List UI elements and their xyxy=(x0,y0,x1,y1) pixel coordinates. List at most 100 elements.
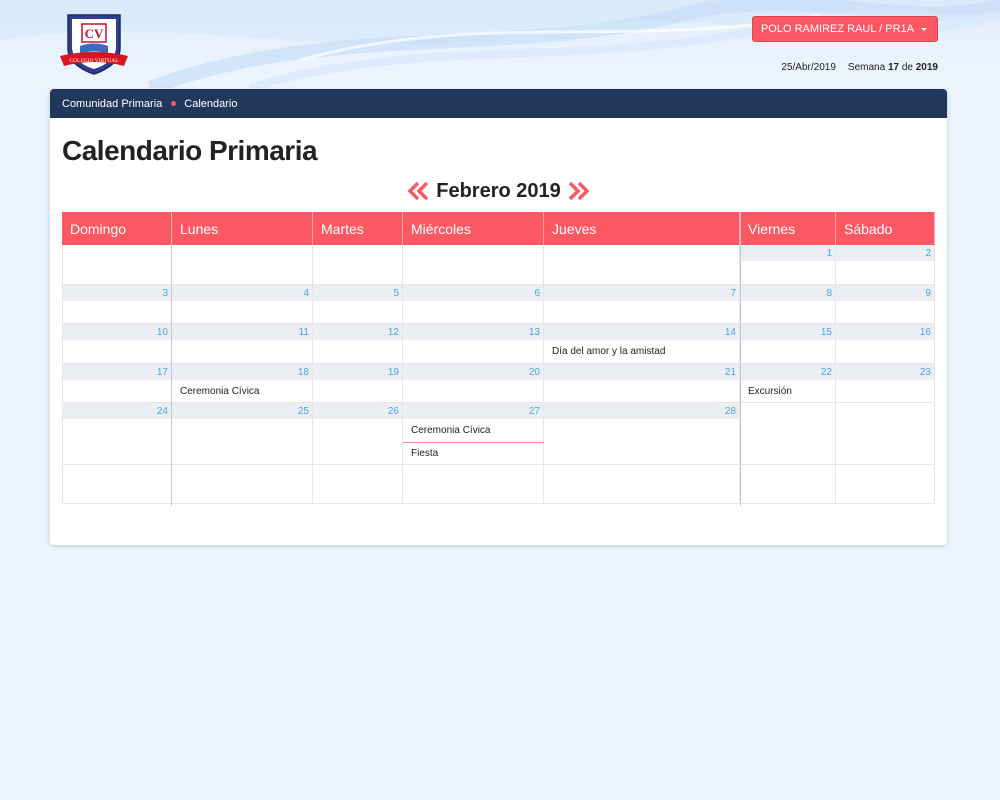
day-number: 10 xyxy=(63,324,171,340)
grid-divider xyxy=(740,212,741,506)
day-number xyxy=(544,465,739,481)
day-cell[interactable] xyxy=(836,403,935,464)
weekday-4: Jueves xyxy=(544,212,740,245)
weekday-0: Domingo xyxy=(62,212,172,245)
day-cell[interactable] xyxy=(740,403,836,464)
day-cell[interactable]: 5 xyxy=(313,285,403,323)
day-number: 14 xyxy=(544,324,739,340)
weekday-6: Sábado xyxy=(836,212,935,245)
day-number: 7 xyxy=(544,285,739,301)
day-number: 5 xyxy=(313,285,402,301)
day-cell[interactable] xyxy=(544,465,740,503)
weekday-1: Lunes xyxy=(172,212,313,245)
day-cell[interactable]: 11 xyxy=(172,324,313,363)
week-year: 2019 xyxy=(915,62,938,73)
day-cell[interactable]: 25 xyxy=(172,403,313,464)
day-cell[interactable]: 20 xyxy=(403,364,544,402)
weekday-2: Martes xyxy=(313,212,403,245)
day-cell[interactable] xyxy=(836,465,935,503)
svg-text:COLEGIO VIRTUAL: COLEGIO VIRTUAL xyxy=(69,58,119,64)
day-number: 15 xyxy=(740,324,835,340)
day-cell[interactable] xyxy=(172,465,313,503)
day-cell[interactable] xyxy=(403,465,544,503)
day-cell[interactable]: 24 xyxy=(62,403,172,464)
chevron-down-icon xyxy=(921,27,927,31)
day-cell[interactable]: 9 xyxy=(836,285,935,323)
day-cell[interactable] xyxy=(544,245,740,284)
day-number: 19 xyxy=(313,364,402,380)
day-number: 2 xyxy=(836,245,934,261)
date-week-info: 25/Abr/2019 Semana 17 de 2019 xyxy=(781,62,938,73)
day-cell[interactable]: 4 xyxy=(172,285,313,323)
week-row: 24 25 26 27 28 xyxy=(62,403,935,465)
day-cell[interactable]: 13 xyxy=(403,324,544,363)
day-cell[interactable]: 1 xyxy=(740,245,836,284)
day-number: 4 xyxy=(172,285,312,301)
day-number xyxy=(313,245,402,261)
day-number: 20 xyxy=(403,364,543,380)
day-number: 3 xyxy=(63,285,171,301)
day-number: 25 xyxy=(172,403,312,419)
day-number: 28 xyxy=(544,403,739,419)
double-chevron-right-icon[interactable] xyxy=(567,181,589,201)
day-cell[interactable]: 7 xyxy=(544,285,740,323)
day-number xyxy=(836,465,934,481)
day-cell[interactable]: 28 xyxy=(544,403,740,464)
day-cell[interactable] xyxy=(62,245,172,284)
day-cell[interactable]: 15 xyxy=(740,324,836,363)
decorative-waves xyxy=(0,0,1000,88)
day-cell[interactable]: 10 xyxy=(62,324,172,363)
user-menu-button[interactable]: POLO RAMIREZ RAUL / PR1A xyxy=(751,16,938,42)
double-chevron-left-icon[interactable] xyxy=(408,181,430,201)
day-cell[interactable] xyxy=(403,245,544,284)
day-cell[interactable]: 2 xyxy=(836,245,935,284)
breadcrumb-current: Calendario xyxy=(184,97,238,110)
calendar-card: Comunidad Primaria Calendario Calendario… xyxy=(50,89,947,545)
calendar-event[interactable]: Fiesta xyxy=(403,448,438,459)
day-cell[interactable]: 3 xyxy=(62,285,172,323)
day-number: 18 xyxy=(172,364,312,380)
day-number: 24 xyxy=(63,403,171,419)
week-row: 10 11 12 13 14 15 16 xyxy=(62,324,935,364)
day-cell[interactable] xyxy=(313,245,403,284)
weekday-3: Miércoles xyxy=(403,212,544,245)
day-cell[interactable]: 21 xyxy=(544,364,740,402)
weekday-header: Domingo Lunes Martes Miércoles Jueves Viernes… xyxy=(62,212,935,245)
breadcrumb: Comunidad Primaria Calendario xyxy=(50,89,947,118)
day-number: 11 xyxy=(172,324,312,340)
day-number: 23 xyxy=(836,364,934,380)
day-number xyxy=(63,465,171,481)
day-cell[interactable]: 26 xyxy=(313,403,403,464)
week-info: Semana 17 de 2019 xyxy=(847,62,938,73)
month-title: Febrero 2019 xyxy=(436,179,561,202)
day-number: 6 xyxy=(403,285,543,301)
page-title: Calendario Primaria xyxy=(62,135,318,166)
day-number xyxy=(172,465,312,481)
month-navigation: Febrero 2019 xyxy=(50,177,947,205)
day-cell[interactable]: 8 xyxy=(740,285,836,323)
top-header: CV COLEGIO VIRTUAL POLO RAMIREZ RAUL / P… xyxy=(0,0,1000,88)
day-cell[interactable] xyxy=(313,465,403,503)
calendar-event[interactable]: Excursión xyxy=(740,386,792,397)
day-cell[interactable]: 14 xyxy=(544,324,740,363)
breadcrumb-comunidad[interactable]: Comunidad Primaria xyxy=(62,98,162,110)
day-cell[interactable]: 16 xyxy=(836,324,935,363)
calendar-event[interactable]: Día del amor y la amistad xyxy=(544,346,665,357)
day-cell[interactable] xyxy=(62,465,172,503)
day-number: 12 xyxy=(313,324,402,340)
day-cell[interactable]: 6 xyxy=(403,285,544,323)
day-cell[interactable] xyxy=(740,465,836,503)
day-cell[interactable]: 23 xyxy=(836,364,935,402)
calendar-event[interactable]: Ceremonia Cívica xyxy=(172,386,259,397)
day-cell[interactable]: 17 xyxy=(62,364,172,402)
day-cell[interactable]: 12 xyxy=(313,324,403,363)
calendar-body: 1 2 3 4 5 6 7 8 9 10 11 12 13 14 15 16 17 18 19 20 21 22 23 24 2… xyxy=(62,245,935,504)
school-logo-icon: CV COLEGIO VIRTUAL xyxy=(60,14,128,75)
breadcrumb-separator-icon xyxy=(171,101,177,106)
day-number: 9 xyxy=(836,285,934,301)
day-number xyxy=(172,245,312,261)
calendar-event[interactable]: Ceremonia Cívica xyxy=(403,425,490,436)
day-cell[interactable]: 19 xyxy=(313,364,403,402)
day-number xyxy=(740,465,835,481)
day-cell[interactable] xyxy=(172,245,313,284)
